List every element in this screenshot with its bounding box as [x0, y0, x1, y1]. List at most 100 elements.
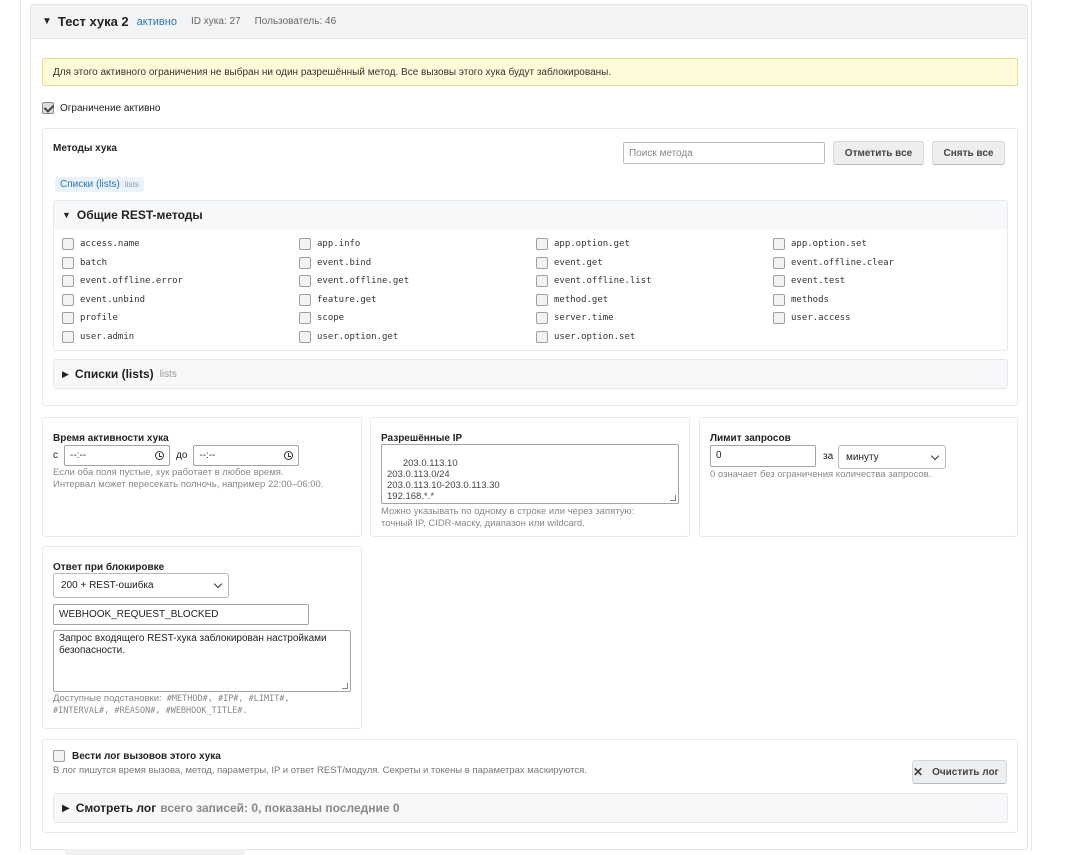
log-panel: Вести лог вызовов этого хука В лог пишут… [42, 739, 1018, 833]
method-checkbox[interactable] [773, 275, 785, 288]
restriction-active-checkbox[interactable] [42, 102, 54, 114]
expanded-triangle-icon[interactable]: ▼ [62, 210, 71, 220]
time-to-label: до [176, 450, 188, 461]
method-name: event.bind [317, 257, 372, 268]
method-item[interactable]: profile [62, 309, 299, 328]
clear-log-button[interactable]: ✕ Очистить лог [912, 760, 1007, 784]
hook-id: ID хука: 27 [190, 16, 241, 27]
method-checkbox[interactable] [536, 275, 548, 288]
method-item[interactable]: server.time [536, 309, 773, 328]
log-enable-checkbox[interactable] [53, 750, 65, 762]
method-item[interactable]: app.option.get [536, 235, 773, 254]
time-hint-1: Если оба поля пустые, хук работает в люб… [53, 467, 284, 478]
method-search-input[interactable] [623, 142, 825, 164]
limit-per-label: за [823, 451, 834, 462]
substitutions-vars-1: #METHOD#, #IP#, #LIMIT#, [166, 694, 290, 704]
method-checkbox[interactable] [62, 312, 74, 325]
method-item[interactable]: user.admin [62, 328, 299, 347]
method-item[interactable]: methods [773, 291, 1003, 310]
method-checkbox[interactable] [299, 293, 311, 306]
method-item[interactable]: scope [299, 309, 536, 328]
time-from-input[interactable]: --:-- [64, 445, 170, 466]
method-item[interactable]: event.offline.list [536, 272, 773, 291]
method-item[interactable]: app.info [299, 235, 536, 254]
method-item[interactable]: feature.get [299, 291, 536, 310]
method-checkbox[interactable] [536, 256, 548, 269]
method-checkbox[interactable] [773, 312, 785, 325]
method-checkbox[interactable] [536, 312, 548, 325]
method-checkbox[interactable] [62, 275, 74, 288]
error-message-value: Запрос входящего REST-хука заблокирован … [59, 633, 327, 656]
clock-icon[interactable] [155, 451, 164, 460]
method-checkbox[interactable] [62, 256, 74, 269]
error-code-input[interactable]: WEBHOOK_REQUEST_BLOCKED [53, 604, 309, 625]
method-name: server.time [554, 313, 614, 324]
method-checkbox[interactable] [773, 256, 785, 269]
response-mode-value: 200 + REST-ошибка [61, 580, 154, 591]
method-name: user.access [791, 313, 851, 324]
method-checkbox[interactable] [62, 330, 74, 343]
collapsed-triangle-icon[interactable]: ▶ [62, 369, 69, 380]
time-to-input[interactable]: --:-- [193, 445, 300, 466]
clear-all-button[interactable]: Снять все [932, 141, 1005, 165]
method-item[interactable]: event.offline.clear [773, 254, 1003, 273]
ip-textarea[interactable]: 203.0.113.10 203.0.113.0/24 203.0.113.10… [381, 444, 679, 504]
method-checkbox[interactable] [773, 293, 785, 306]
method-checkbox[interactable] [536, 330, 548, 343]
method-checkbox[interactable] [299, 330, 311, 343]
method-item[interactable]: event.get [536, 254, 773, 273]
resize-grip-icon[interactable] [670, 495, 676, 501]
method-item[interactable]: access.name [62, 235, 299, 254]
method-name: feature.get [317, 294, 377, 305]
method-item[interactable]: event.bind [299, 254, 536, 273]
method-name: event.unbind [80, 294, 146, 305]
method-item[interactable]: event.test [773, 272, 1003, 291]
method-checkbox[interactable] [62, 238, 74, 251]
view-log-label: Смотреть лог [75, 801, 157, 815]
method-item[interactable]: event.unbind [62, 291, 299, 310]
hook-card: ▼ Тест хука 2 активно ID хука: 27 Пользо… [30, 4, 1028, 855]
method-checkbox[interactable] [536, 238, 548, 251]
status-badge: активно [136, 15, 177, 28]
method-group-lists-header[interactable]: ▶ Списки (lists) lists [54, 360, 1007, 388]
method-checkbox[interactable] [773, 238, 785, 251]
method-item[interactable]: user.access [773, 309, 1003, 328]
method-checkbox[interactable] [299, 238, 311, 251]
method-item[interactable]: user.option.get [299, 328, 536, 347]
ip-title: Разрешённые IP [381, 433, 463, 444]
method-checkbox[interactable] [299, 312, 311, 325]
hook-header[interactable]: ▼ Тест хука 2 активно ID хука: 27 Пользо… [31, 5, 1027, 39]
view-log-toggle[interactable]: ▶ Смотреть лог всего записей: 0, показан… [53, 793, 1008, 823]
log-description: В лог пишутся время вызова, метод, парам… [53, 765, 587, 776]
error-message-textarea[interactable]: Запрос входящего REST-хука заблокирован … [53, 630, 351, 692]
collapsed-triangle-icon[interactable]: ▶ [62, 803, 70, 814]
method-item[interactable]: event.offline.error [62, 272, 299, 291]
resize-grip-icon[interactable] [342, 683, 348, 689]
time-hint-2: Интервал может пересекать полночь, напри… [53, 479, 324, 490]
method-item[interactable]: batch [62, 254, 299, 273]
method-name: methods [791, 294, 829, 305]
limit-count-input[interactable]: 0 [710, 445, 816, 467]
limit-title: Лимит запросов [710, 433, 791, 444]
method-grid: access.name app.info app.option.get app.opt… [62, 235, 1003, 346]
restriction-active-row[interactable]: Ограничение активно [42, 102, 161, 114]
method-checkbox[interactable] [299, 256, 311, 269]
scope-chip-label: Списки (lists) [60, 179, 120, 190]
method-item[interactable]: method.get [536, 291, 773, 310]
collapse-triangle-icon[interactable]: ▼ [42, 16, 52, 27]
method-name: event.offline.list [554, 276, 652, 287]
restriction-active-label: Ограничение активно [60, 102, 161, 114]
clock-icon[interactable] [284, 451, 294, 460]
method-checkbox[interactable] [536, 293, 548, 306]
method-item[interactable]: event.offline.get [299, 272, 536, 291]
scope-chip-lists[interactable]: Списки (lists) lists [55, 177, 144, 192]
limit-unit-select[interactable]: минуту [838, 445, 946, 469]
method-item[interactable]: app.option.set [773, 235, 1003, 254]
response-mode-select[interactable]: 200 + REST-ошибка [53, 573, 229, 598]
log-enable-row[interactable]: Вести лог вызовов этого хука [53, 750, 221, 762]
method-item[interactable]: user.option.set [536, 328, 773, 347]
method-group-general-header[interactable]: ▼ Общие REST-методы [54, 201, 1007, 229]
select-all-button[interactable]: Отметить все [833, 141, 924, 165]
method-checkbox[interactable] [62, 293, 74, 306]
method-checkbox[interactable] [299, 275, 311, 288]
